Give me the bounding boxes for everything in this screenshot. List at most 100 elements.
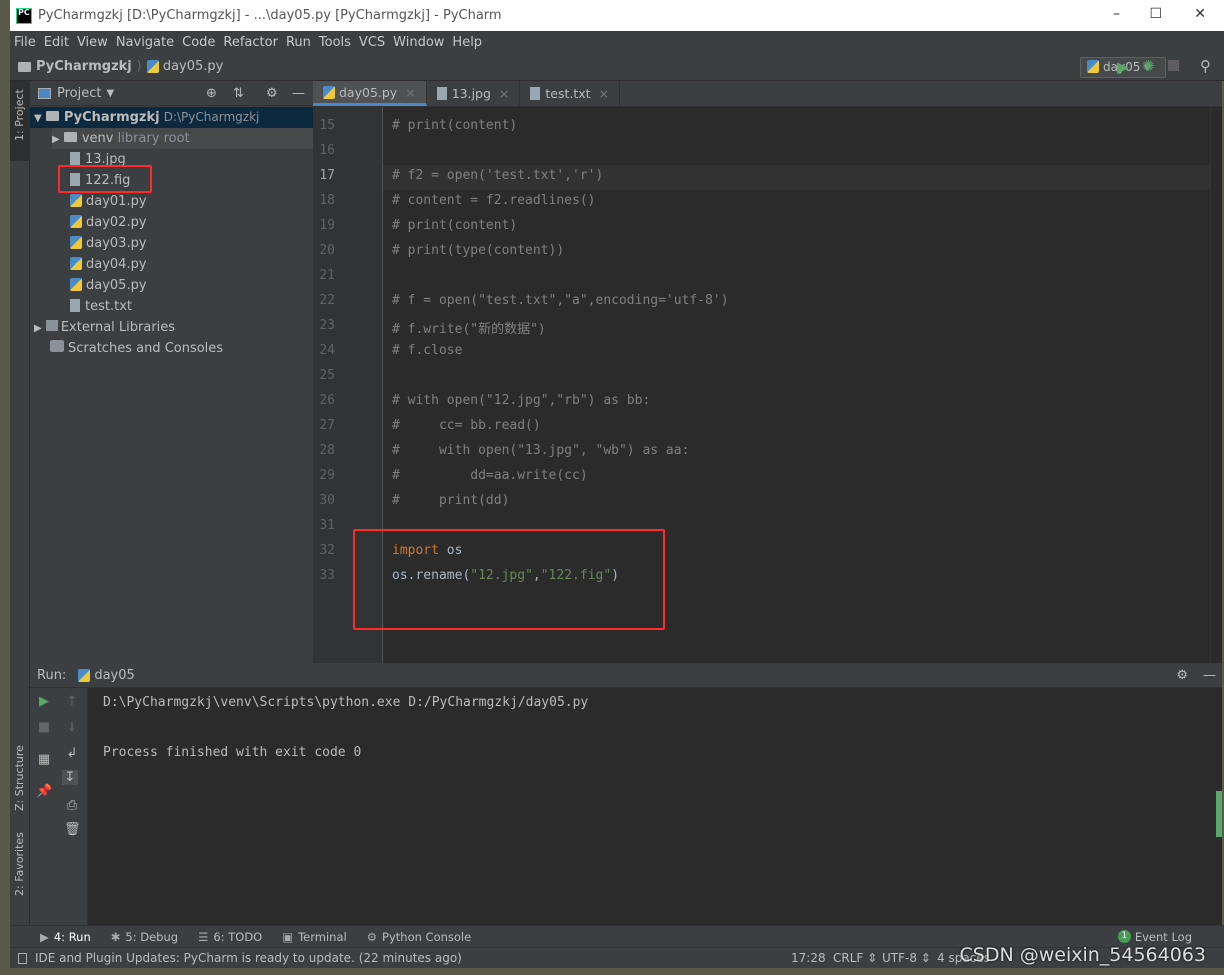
code-line[interactable]: # content = f2.readlines() (392, 193, 596, 208)
code-line[interactable]: # with open("13.jpg", "wb") as aa: (392, 443, 689, 458)
project-tool-tab[interactable]: 1: Project (13, 89, 26, 141)
tab-13-jpg[interactable]: 13.jpg × (427, 81, 521, 106)
tool-window-label: Python Console (382, 929, 472, 944)
run-config-tab[interactable]: day05 (94, 668, 134, 683)
tool-window-terminal[interactable]: ▣ Terminal (282, 930, 346, 944)
menu-tools[interactable]: Tools (319, 35, 351, 50)
menu-code[interactable]: Code (182, 35, 215, 50)
hide-icon[interactable]: — (1203, 668, 1216, 683)
breadcrumb-file[interactable]: day05.py (163, 59, 224, 74)
gear-icon[interactable]: ⚙ (1176, 668, 1188, 683)
line-sep-label: CRLF (833, 951, 864, 965)
layout-icon[interactable]: ▦ (36, 752, 52, 767)
tree-item-scratches[interactable]: Scratches and Consoles (50, 338, 223, 359)
soft-wrap-icon[interactable]: ↲ (64, 746, 80, 761)
tool-window-todo[interactable]: ☰ 6: TODO (198, 930, 262, 944)
run-toolbar: ▶ ■ ▦ 📌 ↑ ↓ ↲ ↧ ⎙ 🗑 (30, 688, 88, 925)
code-line[interactable]: # print(content) (392, 218, 517, 233)
editor-scrollbar[interactable] (1210, 107, 1222, 663)
locate-icon[interactable]: ⊕ (206, 86, 217, 101)
pin-icon[interactable]: 📌 (36, 784, 52, 799)
folder-icon (18, 61, 31, 72)
tool-window-label: Terminal (298, 929, 347, 944)
stop-icon[interactable]: ■ (36, 720, 52, 735)
venv-note: library root (117, 131, 190, 146)
gear-icon[interactable]: ⚙ (266, 86, 278, 101)
python-icon (78, 668, 91, 682)
tree-item-external-libraries[interactable]: ▶ External Libraries (34, 317, 175, 338)
close-button[interactable]: ✕ (1194, 6, 1206, 22)
code-line[interactable]: # print(content) (392, 118, 517, 133)
breadcrumb-project[interactable]: PyCharmgzkj (36, 59, 132, 74)
code-line[interactable]: # f2 = open('test.txt','r') (392, 168, 603, 183)
collapse-icon[interactable]: ⇅ (233, 86, 244, 101)
tab-test-txt[interactable]: test.txt × (520, 81, 621, 106)
tab-day05-py[interactable]: day05.py × (313, 81, 427, 106)
left-tool-strip: 1: Project Z: Structure 2: Favorites (10, 81, 30, 925)
tree-item-venv[interactable]: ▶ venv library root (52, 128, 313, 149)
menu-refactor[interactable]: Refactor (223, 35, 278, 50)
code-token: # print(dd) (392, 493, 510, 508)
tree-item-file[interactable]: day01.py (70, 191, 147, 212)
event-log-button[interactable]: 1 Event Log (1117, 930, 1192, 944)
up-arrow-icon[interactable]: ↑ (64, 694, 80, 709)
tree-item-file[interactable]: test.txt (70, 296, 132, 317)
menu-window[interactable]: Window (393, 35, 444, 50)
code-token: # print(content) (392, 218, 518, 233)
run-button[interactable]: ▶ (1117, 58, 1129, 76)
status-message[interactable]: IDE and Plugin Updates: PyCharm is ready… (35, 951, 462, 965)
minimize-button[interactable]: – (1113, 6, 1120, 22)
hide-icon[interactable]: — (292, 86, 305, 101)
search-everywhere-icon[interactable]: ⚲ (1200, 57, 1211, 75)
menu-navigate[interactable]: Navigate (116, 35, 174, 50)
scroll-to-end-icon[interactable]: ↧ (62, 770, 78, 785)
down-arrow-icon[interactable]: ↓ (64, 720, 80, 735)
rerun-icon[interactable]: ▶ (36, 694, 52, 709)
menu-help[interactable]: Help (452, 35, 482, 50)
close-tab-icon[interactable]: × (405, 85, 415, 100)
print-icon[interactable]: ⎙ (64, 798, 80, 813)
line-separator[interactable]: CRLF ⇕ (833, 951, 877, 965)
trash-icon[interactable]: 🗑 (64, 822, 81, 837)
tool-window-run[interactable]: ▶ 4: Run (40, 930, 91, 944)
menu-edit[interactable]: Edit (44, 35, 69, 50)
caret-position[interactable]: 17:28 (791, 951, 826, 965)
favorites-tool-tab[interactable]: 2: Favorites (13, 832, 26, 896)
tree-item-file[interactable]: day03.py (70, 233, 147, 254)
encoding[interactable]: UTF-8 ⇕ (882, 951, 931, 965)
code-line[interactable]: # cc= bb.read() (392, 418, 541, 433)
code-line[interactable]: # f.close (392, 343, 462, 358)
close-tab-icon[interactable]: × (499, 86, 509, 101)
project-view-select[interactable]: Project (57, 86, 101, 101)
debug-button[interactable]: ✺ (1142, 57, 1155, 75)
tool-window-pythonconsole[interactable]: ⚙ Python Console (367, 930, 471, 944)
tree-root[interactable]: ▼ PyCharmgzkj D:\PyCharmgzkj (30, 107, 313, 128)
tab-label: day05.py (339, 84, 398, 100)
menu-file[interactable]: File (14, 35, 36, 50)
editor: day05.py × 13.jpg × test.txt × 15 16 17 18 19 20 21… (313, 81, 1222, 663)
menu-run[interactable]: Run (286, 35, 311, 50)
tree-item-file[interactable]: day05.py (70, 275, 147, 296)
code-line[interactable]: # print(type(content)) (392, 243, 564, 258)
code-line[interactable]: # print(dd) (392, 493, 509, 508)
status-toggle-icon[interactable] (18, 952, 27, 964)
stop-button[interactable] (1168, 60, 1179, 71)
file-name: day02.py (86, 215, 147, 230)
tree-item-file[interactable]: day04.py (70, 254, 147, 275)
structure-tool-tab[interactable]: Z: Structure (13, 745, 26, 811)
library-icon (45, 320, 58, 331)
maximize-button[interactable]: ☐ (1149, 6, 1162, 22)
code-line[interactable]: # with open("12.jpg","rb") as bb: (392, 393, 650, 408)
code-line[interactable]: # dd=aa.write(cc) (392, 468, 588, 483)
console-scrollbar[interactable] (1216, 791, 1222, 837)
file-icon (70, 299, 80, 312)
tool-window-debug[interactable]: ✱ 5: Debug (111, 930, 178, 944)
code-line[interactable]: # f = open("test.txt","a",encoding='utf-… (392, 293, 729, 308)
close-tab-icon[interactable]: × (599, 86, 609, 101)
run-panel-header: Run: day05 ⚙ — (30, 663, 1222, 688)
menu-view[interactable]: View (77, 35, 108, 50)
tree-item-file[interactable]: day02.py (70, 212, 147, 233)
menu-vcs[interactable]: VCS (359, 35, 385, 50)
code-line[interactable]: # f.write("新的数据") (392, 318, 546, 337)
line-number: 19 (319, 218, 335, 233)
